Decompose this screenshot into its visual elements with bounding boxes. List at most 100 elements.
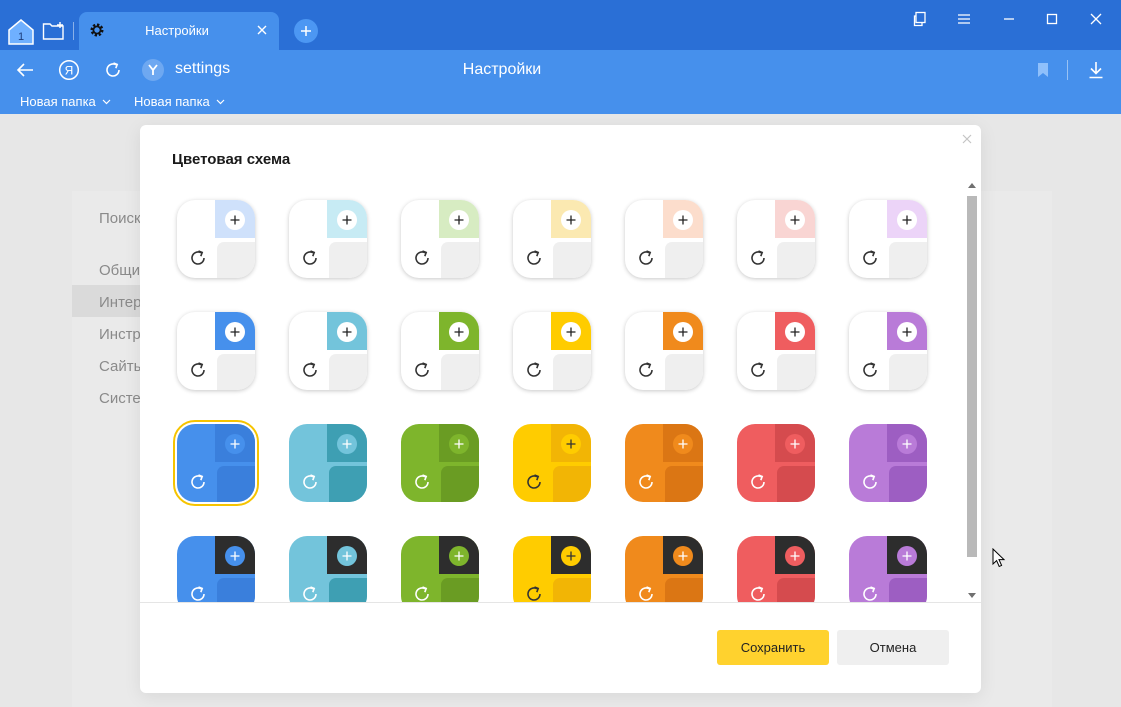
save-button[interactable]: Сохранить	[717, 630, 829, 665]
color-swatch-r4-c4[interactable]	[513, 536, 591, 602]
refresh-icon	[863, 586, 877, 601]
color-swatch-r2-c3[interactable]	[401, 312, 479, 390]
color-swatch-r3-c5[interactable]	[625, 424, 703, 502]
refresh-icon	[415, 362, 429, 377]
swatch-content-area	[217, 578, 255, 602]
color-swatch-r1-c1[interactable]	[177, 200, 255, 278]
color-swatch-r1-c6[interactable]	[737, 200, 815, 278]
color-swatch-r2-c4[interactable]	[513, 312, 591, 390]
tab-manager-button[interactable]	[909, 8, 931, 30]
swatch-content-area	[889, 578, 927, 602]
swatch-new-tab-button	[561, 210, 581, 230]
settings-nav-general[interactable]: Общи	[99, 262, 140, 279]
refresh-icon	[303, 362, 317, 377]
minimize-icon	[1004, 18, 1014, 20]
refresh-icon	[527, 474, 541, 489]
swatch-content-area	[777, 354, 815, 390]
color-swatch-r2-c1[interactable]	[177, 312, 255, 390]
swatch-content-area	[217, 354, 255, 390]
add-tab-button[interactable]	[294, 19, 318, 43]
settings-nav-sites[interactable]: Сайты	[99, 358, 144, 375]
swatch-content-area	[889, 242, 927, 278]
cancel-button[interactable]: Отмена	[837, 630, 949, 665]
plus-icon	[790, 215, 800, 225]
color-swatch-r1-c2[interactable]	[289, 200, 367, 278]
bookmark-folder-label: Новая папка	[134, 94, 210, 109]
color-swatch-r4-c3[interactable]	[401, 536, 479, 602]
color-swatch-r1-c7[interactable]	[849, 200, 927, 278]
refresh-icon	[639, 586, 653, 601]
plus-icon	[678, 215, 688, 225]
swatch-new-tab-button	[561, 546, 581, 566]
swatch-content-area	[441, 578, 479, 602]
bookmark-folder-2[interactable]: Новая папка	[134, 94, 225, 109]
color-swatch-r3-c4[interactable]	[513, 424, 591, 502]
scroll-down-arrow-icon[interactable]	[968, 593, 976, 598]
swatch-new-tab-button	[561, 434, 581, 454]
plus-icon	[301, 26, 311, 36]
swatch-new-tab-button	[897, 210, 917, 230]
swatch-new-tab-button	[337, 546, 357, 566]
close-icon	[1090, 13, 1102, 25]
plus-icon	[902, 439, 912, 449]
minimize-button[interactable]	[998, 8, 1020, 30]
scrollbar[interactable]	[966, 181, 978, 602]
home-tab-button[interactable]: 1	[6, 16, 36, 46]
swatch-content-area	[441, 466, 479, 502]
dialog-footer-divider	[140, 602, 981, 603]
refresh-icon	[303, 586, 317, 601]
swatch-new-tab-button	[673, 434, 693, 454]
swatch-new-tab-button	[785, 546, 805, 566]
menu-button[interactable]	[953, 8, 975, 30]
swatch-new-tab-button	[337, 210, 357, 230]
close-icon[interactable]	[255, 23, 269, 37]
swatch-new-tab-button	[337, 322, 357, 342]
swatch-new-tab-button	[673, 210, 693, 230]
close-window-button[interactable]	[1085, 8, 1107, 30]
refresh-icon	[751, 362, 765, 377]
color-swatch-r3-c3[interactable]	[401, 424, 479, 502]
close-icon[interactable]	[961, 133, 973, 145]
color-swatch-r2-c6[interactable]	[737, 312, 815, 390]
plus-icon	[902, 327, 912, 337]
color-swatch-r3-c2[interactable]	[289, 424, 367, 502]
settings-search-input[interactable]: Поиск	[99, 210, 141, 227]
new-tab-group-button[interactable]	[40, 16, 68, 46]
swatch-new-tab-button	[785, 434, 805, 454]
settings-nav-system[interactable]: Систе	[99, 390, 141, 407]
color-swatch-r3-c6[interactable]	[737, 424, 815, 502]
color-swatch-r4-c1[interactable]	[177, 536, 255, 602]
swatch-new-tab-button	[225, 546, 245, 566]
settings-nav-interface[interactable]: Интер	[99, 294, 141, 311]
color-swatch-r1-c3[interactable]	[401, 200, 479, 278]
plus-icon	[230, 215, 240, 225]
maximize-button[interactable]	[1041, 8, 1063, 30]
bookmark-folder-1[interactable]: Новая папка	[20, 94, 111, 109]
color-swatch-r4-c6[interactable]	[737, 536, 815, 602]
color-swatch-r1-c4[interactable]	[513, 200, 591, 278]
color-swatch-r3-c1[interactable]	[173, 420, 259, 506]
color-swatch-r2-c2[interactable]	[289, 312, 367, 390]
color-swatch-r1-c5[interactable]	[625, 200, 703, 278]
refresh-icon	[527, 586, 541, 601]
gear-icon	[90, 23, 104, 37]
color-swatch-r4-c7[interactable]	[849, 536, 927, 602]
downloads-button[interactable]	[1084, 58, 1108, 82]
settings-nav-tools[interactable]: Инстр	[99, 326, 141, 343]
scroll-up-arrow-icon[interactable]	[968, 183, 976, 188]
folder-plus-icon	[42, 22, 64, 40]
swatch-new-tab-button	[225, 322, 245, 342]
tab-settings[interactable]: Настройки	[79, 12, 279, 50]
color-swatch-r4-c2[interactable]	[289, 536, 367, 602]
color-swatch-r3-c7[interactable]	[849, 424, 927, 502]
bookmark-button[interactable]	[1031, 58, 1055, 82]
swatch-content-area	[329, 354, 367, 390]
color-swatch-r4-c5[interactable]	[625, 536, 703, 602]
plus-icon	[342, 215, 352, 225]
color-swatch-r2-c5[interactable]	[625, 312, 703, 390]
scrollbar-thumb[interactable]	[967, 196, 977, 557]
refresh-icon	[751, 250, 765, 265]
chevron-down-icon	[216, 99, 225, 104]
plus-icon	[790, 439, 800, 449]
color-swatch-r2-c7[interactable]	[849, 312, 927, 390]
